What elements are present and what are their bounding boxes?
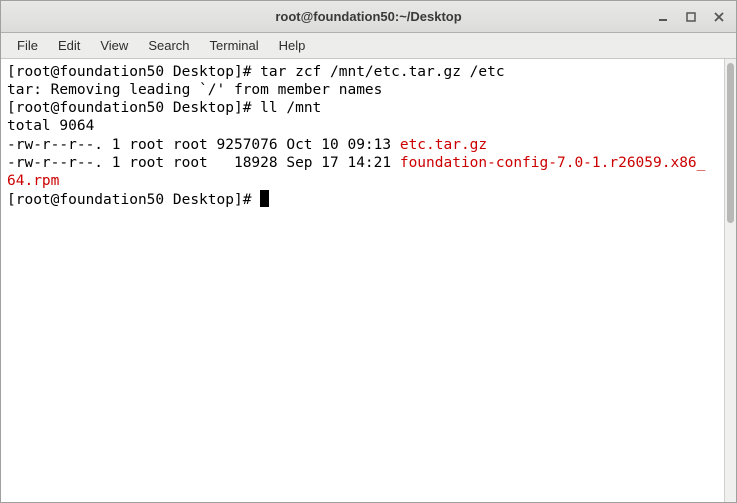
prompt: [root@foundation50 Desktop]# — [7, 100, 260, 116]
ls-filename: foundation-config-7.0-1.r26059.x86_ — [400, 155, 706, 171]
command-text: tar zcf /mnt/etc.tar.gz /etc — [260, 64, 504, 80]
command-text: ll /mnt — [260, 100, 321, 116]
titlebar: root@foundation50:~/Desktop — [1, 1, 736, 33]
menu-file[interactable]: File — [7, 35, 48, 56]
scrollbar[interactable] — [724, 59, 736, 502]
menubar: File Edit View Search Terminal Help — [1, 33, 736, 59]
prompt: [root@foundation50 Desktop]# — [7, 64, 260, 80]
scrollbar-thumb[interactable] — [727, 63, 734, 223]
ls-filename-wrap: 64.rpm — [7, 173, 59, 189]
ls-filename: etc.tar.gz — [400, 137, 487, 153]
close-button[interactable] — [712, 10, 726, 24]
output-line: total 9064 — [7, 118, 94, 134]
menu-edit[interactable]: Edit — [48, 35, 90, 56]
ls-permissions: -rw-r--r--. 1 root root 18928 Sep 17 14:… — [7, 155, 400, 171]
menu-search[interactable]: Search — [138, 35, 199, 56]
menu-terminal[interactable]: Terminal — [200, 35, 269, 56]
maximize-button[interactable] — [684, 10, 698, 24]
menu-help[interactable]: Help — [269, 35, 316, 56]
terminal[interactable]: [root@foundation50 Desktop]# tar zcf /mn… — [1, 59, 736, 502]
window-title: root@foundation50:~/Desktop — [9, 9, 728, 24]
prompt: [root@foundation50 Desktop]# — [7, 192, 260, 208]
minimize-button[interactable] — [656, 10, 670, 24]
output-line: tar: Removing leading `/' from member na… — [7, 82, 382, 98]
cursor-icon — [260, 190, 269, 207]
ls-permissions: -rw-r--r--. 1 root root 9257076 Oct 10 0… — [7, 137, 400, 153]
menu-view[interactable]: View — [90, 35, 138, 56]
terminal-area: [root@foundation50 Desktop]# tar zcf /mn… — [1, 59, 736, 502]
window-controls — [656, 10, 726, 24]
